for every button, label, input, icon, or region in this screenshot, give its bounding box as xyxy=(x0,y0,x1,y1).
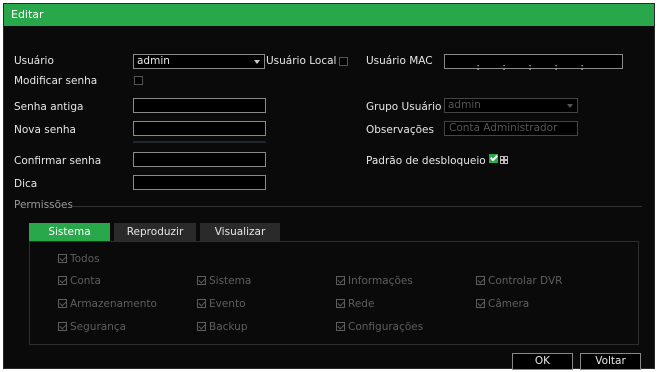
perm-configuracoes[interactable]: Configurações xyxy=(336,321,423,333)
tab-sistema[interactable]: Sistema xyxy=(29,223,110,241)
mac-address-input[interactable]: ::::: xyxy=(444,54,623,73)
checkbox-icon xyxy=(58,254,67,263)
usuario-local-label: Usuário Local xyxy=(266,55,337,67)
perm-label: Câmera xyxy=(488,298,530,310)
mac-separator: : xyxy=(528,62,532,73)
chevron-down-icon xyxy=(567,104,573,108)
padrao-desbloqueio-checkbox[interactable] xyxy=(489,154,498,163)
mac-separator: : xyxy=(476,62,480,73)
ok-button[interactable]: OK xyxy=(512,353,573,370)
perm-label: Sistema xyxy=(209,275,252,287)
perm-todos[interactable]: Todos xyxy=(58,253,100,265)
perm-label: Conta xyxy=(70,275,101,287)
perm-label: Configurações xyxy=(348,321,424,333)
mac-separator: : xyxy=(580,62,584,73)
mac-separator: : xyxy=(554,62,558,73)
permissoes-label: Permissões xyxy=(14,199,73,211)
perm-sistema[interactable]: Sistema xyxy=(197,275,251,287)
observacoes-input[interactable]: Conta Administrador xyxy=(444,121,578,136)
perm-controlar-dvr[interactable]: Controlar DVR xyxy=(476,275,562,287)
checkbox-icon xyxy=(197,299,206,308)
chevron-down-icon xyxy=(254,60,260,64)
perm-label: Rede xyxy=(348,298,375,310)
padrao-desbloqueio-label: Padrão de desbloqueio xyxy=(366,155,486,167)
senha-antiga-label: Senha antiga xyxy=(14,101,84,113)
perm-label: Todos xyxy=(70,253,100,265)
checkbox-icon xyxy=(58,276,67,285)
perm-conta[interactable]: Conta xyxy=(58,275,101,287)
usuario-mac-label: Usuário MAC xyxy=(366,55,433,67)
checkbox-icon xyxy=(476,276,485,285)
checkbox-icon xyxy=(476,299,485,308)
dica-label: Dica xyxy=(14,178,38,190)
observacoes-label: Observações xyxy=(366,124,434,136)
perm-label: Armazenamento xyxy=(70,298,157,310)
perm-label: Backup xyxy=(209,321,248,333)
pattern-grid-icon[interactable] xyxy=(500,156,508,164)
grupo-usuario-value: admin xyxy=(448,99,481,111)
usuario-local-checkbox[interactable] xyxy=(339,57,348,66)
checkbox-icon xyxy=(58,299,67,308)
perm-backup[interactable]: Backup xyxy=(197,321,248,333)
perm-rede[interactable]: Rede xyxy=(336,298,374,310)
confirmar-senha-label: Confirmar senha xyxy=(14,155,102,167)
dica-input[interactable] xyxy=(133,175,266,190)
usuario-label: Usuário xyxy=(14,55,54,67)
mac-separator: : xyxy=(502,62,506,73)
perm-label: Segurança xyxy=(70,321,127,333)
checkbox-icon xyxy=(336,276,345,285)
usuario-value: admin xyxy=(137,55,170,67)
grupo-usuario-label: Grupo Usuário xyxy=(366,101,442,113)
nova-senha-label: Nova senha xyxy=(14,124,76,136)
confirmar-senha-input[interactable] xyxy=(133,152,266,167)
password-strength-bar xyxy=(133,141,266,143)
perm-seguranca[interactable]: Segurança xyxy=(58,321,126,333)
perm-armazenamento[interactable]: Armazenamento xyxy=(58,298,157,310)
permissions-panel: Todos Conta Sistema Informações Controla… xyxy=(29,241,639,345)
dialog-title: Editar xyxy=(11,8,44,21)
tab-visualizar[interactable]: Visualizar xyxy=(200,223,280,241)
perm-label: Informações xyxy=(348,275,413,287)
voltar-button[interactable]: Voltar xyxy=(580,353,641,370)
checkbox-icon xyxy=(197,322,206,331)
senha-antiga-input[interactable] xyxy=(133,98,266,113)
tab-reproduzir[interactable]: Reproduzir xyxy=(114,223,196,241)
checkbox-icon xyxy=(197,276,206,285)
nova-senha-input[interactable] xyxy=(133,121,266,136)
checkbox-icon xyxy=(58,322,67,331)
perm-evento[interactable]: Evento xyxy=(197,298,246,310)
perm-label: Controlar DVR xyxy=(488,275,563,287)
checkbox-icon xyxy=(336,322,345,331)
modificar-senha-checkbox[interactable] xyxy=(134,76,143,85)
perm-label: Evento xyxy=(209,298,246,310)
checkbox-icon xyxy=(336,299,345,308)
usuario-select[interactable]: admin xyxy=(133,54,265,69)
edit-dialog: Editar Usuário admin Usuário Local Usuár… xyxy=(3,3,655,370)
title-bar: Editar xyxy=(4,4,654,26)
permissoes-divider xyxy=(72,206,642,207)
perm-camera[interactable]: Câmera xyxy=(476,298,529,310)
grupo-usuario-select[interactable]: admin xyxy=(444,98,578,113)
perm-informacoes[interactable]: Informações xyxy=(336,275,413,287)
modificar-senha-label: Modificar senha xyxy=(14,75,98,87)
